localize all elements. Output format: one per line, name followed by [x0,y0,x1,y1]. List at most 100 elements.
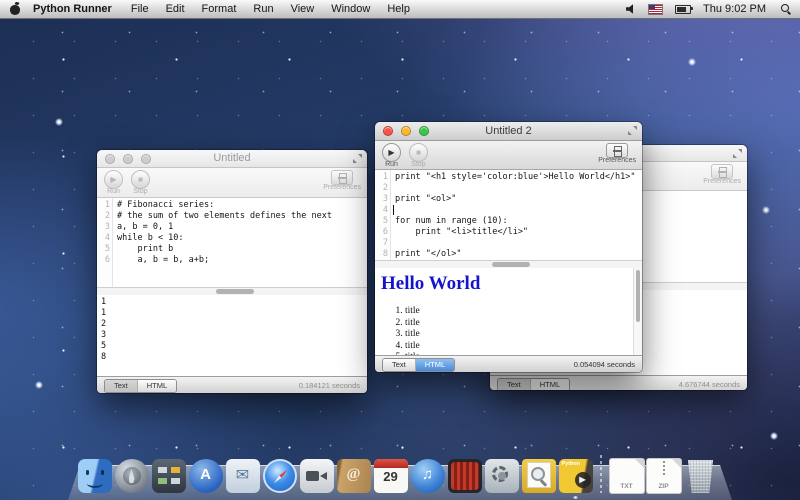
launchpad-icon[interactable] [115,459,149,493]
dock-icons: 29 Python TXT ZIP [76,455,719,493]
fullscreen-icon[interactable] [628,126,637,135]
itunes-icon[interactable] [411,459,445,493]
running-indicator [573,496,578,499]
output-mode-switch: Text HTML [382,358,455,372]
menu-run[interactable]: Run [253,3,273,15]
traffic-lights [383,126,437,136]
tab-text[interactable]: Text [498,379,530,391]
output-list: title title title title title title [375,306,642,355]
menu-file[interactable]: File [131,3,149,15]
preferences-button[interactable]: Preferences [703,164,741,185]
tab-html[interactable]: HTML [137,380,176,392]
fullscreen-icon[interactable] [733,149,742,158]
source-code[interactable]: print "<h1 style='color:blue'>Hello Worl… [391,170,636,260]
list-item: title [405,318,642,330]
zoom-button[interactable] [419,126,429,136]
code-editor[interactable]: 1 2 3 4 5 6 # Fibonacci series: # the su… [97,198,367,287]
source-code[interactable]: # Fibonacci series: # the sum of two ele… [113,198,332,287]
title-bar[interactable]: Untitled [97,150,367,168]
window-title: Untitled 2 [485,125,531,137]
vertical-scrollbar[interactable] [633,268,642,355]
tab-html[interactable]: HTML [415,359,454,371]
window-untitled-2: Untitled 2 ▶Run ■Stop Preferences 1 2 3 … [375,122,642,372]
minimize-button[interactable] [123,154,133,164]
output-heading: Hello World [381,273,642,295]
text-cursor [393,205,394,215]
horizontal-scrollbar[interactable] [375,260,642,268]
minimize-button[interactable] [401,126,411,136]
menu-clock[interactable]: Thu 9:02 PM [703,3,766,15]
horizontal-scrollbar[interactable] [97,287,367,295]
stop-button[interactable]: ■Stop [131,170,150,195]
mail-icon[interactable] [226,459,260,493]
list-item: title [405,329,642,341]
output-text: 1 1 2 3 5 8 [97,295,367,363]
dock: 29 Python TXT ZIP [0,450,800,500]
tab-text[interactable]: Text [383,359,415,371]
list-item: title [405,306,642,318]
output-mode-switch: Text HTML [104,379,177,393]
fullscreen-icon[interactable] [353,154,362,163]
bright-star [770,432,778,440]
toolbar: ▶Run ■Stop Preferences [375,141,642,170]
window-untitled: Untitled ▶Run ■Stop Preferences 1 2 3 4 … [97,150,367,393]
run-button[interactable]: ▶Run [382,143,401,168]
run-time: 4.676744 seconds [679,380,740,389]
ical-icon[interactable]: 29 [374,459,408,493]
app-menu[interactable]: Python Runner [33,3,112,15]
facetime-icon[interactable] [300,459,334,493]
output-pane-html[interactable]: Hello World title title title title titl… [375,268,642,355]
us-flag-input-icon[interactable] [648,4,663,15]
spotlight-icon[interactable] [780,3,792,15]
title-bar[interactable]: Untitled 2 [375,122,642,141]
bright-star [688,58,696,66]
close-button[interactable] [105,154,115,164]
bright-star [35,381,43,389]
zoom-button[interactable] [141,154,151,164]
menu-format[interactable]: Format [202,3,237,15]
bottom-bar: Text HTML 0.054094 seconds [375,355,642,372]
safari-icon[interactable] [263,459,297,493]
menu-view[interactable]: View [291,3,315,15]
menu-window[interactable]: Window [331,3,370,15]
battery-icon[interactable] [675,5,691,14]
window-title: Untitled [213,152,250,164]
menu-status-area: Thu 9:02 PM [626,3,800,15]
close-button[interactable] [383,126,393,136]
tab-html[interactable]: HTML [530,379,569,391]
zip-label: ZIP [647,483,681,490]
menu-bar: Python Runner File Edit Format Run View … [0,0,800,19]
apple-menu-icon[interactable] [10,3,21,15]
output-pane[interactable]: 1 1 2 3 5 8 [97,295,367,376]
zip-file-icon[interactable]: ZIP [647,459,681,493]
python-label: Python [562,461,581,467]
menu-help[interactable]: Help [387,3,410,15]
tab-text[interactable]: Text [105,380,137,392]
document-search-icon[interactable] [522,459,556,493]
dock-separator [600,455,602,493]
trash-icon[interactable] [684,459,718,493]
preferences-button[interactable]: Preferences [598,143,636,164]
preferences-button[interactable]: Preferences [323,170,361,191]
mission-control-icon[interactable] [152,459,186,493]
run-button[interactable]: ▶Run [104,170,123,195]
system-preferences-icon[interactable] [485,459,519,493]
volume-icon[interactable] [626,4,636,14]
address-book-icon[interactable] [337,459,371,493]
app-store-icon[interactable] [189,459,223,493]
ical-day: 29 [374,469,408,484]
txt-file-icon[interactable]: TXT [610,459,644,493]
txt-label: TXT [610,483,644,490]
run-time: 0.054094 seconds [574,360,635,369]
code-editor[interactable]: 1 2 3 4 5 6 7 8 print "<h1 style='color:… [375,170,642,260]
finder-icon[interactable] [78,459,112,493]
run-time: 0.184121 seconds [299,381,360,390]
python-runner-icon[interactable]: Python [559,459,593,493]
toolbar: ▶Run ■Stop Preferences [97,168,367,198]
line-numbers: 1 2 3 4 5 6 [97,198,113,287]
line-numbers: 1 2 3 4 5 6 7 8 [375,170,391,260]
desktop: Python Runner File Edit Format Run View … [0,0,800,500]
stop-button[interactable]: ■Stop [409,143,428,168]
photo-booth-icon[interactable] [448,459,482,493]
menu-edit[interactable]: Edit [166,3,185,15]
